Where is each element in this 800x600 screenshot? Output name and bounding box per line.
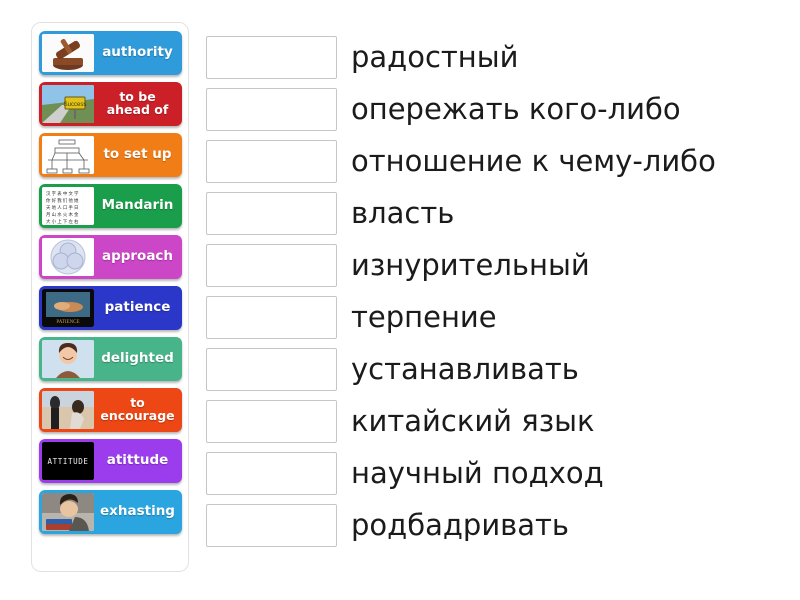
definition-text: родбадривать [351, 507, 570, 542]
match-row: научный подход [206, 447, 786, 499]
word-tile-label: to be ahead of [106, 89, 169, 117]
definition-text: изнурительный [351, 247, 590, 282]
drop-slot[interactable] [206, 503, 337, 547]
definition-text: отношение к чему-либо [351, 143, 716, 178]
word-tile-label: to encourage [100, 395, 175, 423]
diagram-sketch-icon [41, 136, 94, 174]
match-row: власть [206, 187, 786, 239]
attitude-black-poster-icon: ATTITUDE [41, 442, 94, 480]
word-tile[interactable]: 汉 字 表 中 文 学 你 好 我 们 他 她 天 地 人 口 手 日 月 山 … [38, 184, 182, 228]
definition-text: власть [351, 195, 455, 230]
word-tile[interactable]: ATTITUDE atittude [38, 439, 182, 483]
word-tile-label: delighted [101, 350, 174, 367]
word-tile[interactable]: to set up [38, 133, 182, 177]
definition-text: китайский язык [351, 403, 595, 438]
svg-text:天 地 人 口 手 日: 天 地 人 口 手 日 [46, 204, 78, 211]
definition-text: опережать кого-либо [351, 91, 681, 126]
patience-poster-icon: PATIENCE [41, 289, 94, 327]
word-tiles-panel: authority Success to be ahead of to set … [31, 22, 189, 572]
svg-text:大 小 上 下 左 右: 大 小 上 下 左 右 [46, 218, 79, 225]
word-tile-label: Mandarin [101, 197, 174, 214]
drop-slot[interactable] [206, 451, 337, 495]
svg-text:ATTITUDE: ATTITUDE [47, 457, 88, 466]
word-tile-label: atittude [106, 452, 169, 469]
match-row: терпение [206, 291, 786, 343]
definition-text: научный подход [351, 455, 604, 490]
venn-diagram-icon [41, 238, 94, 276]
definition-text: устанавливать [351, 351, 579, 386]
match-row: устанавливать [206, 343, 786, 395]
word-tile[interactable]: Success to be ahead of [38, 82, 182, 126]
match-row: отношение к чему-либо [206, 135, 786, 187]
word-tile[interactable]: exhasting [38, 490, 182, 534]
word-tile[interactable]: PATIENCE patience [38, 286, 182, 330]
match-row: опережать кого-либо [206, 83, 786, 135]
definition-text: терпение [351, 299, 497, 334]
match-row: изнурительный [206, 239, 786, 291]
drop-slot[interactable] [206, 347, 337, 391]
gavel-photo-icon [41, 34, 94, 72]
svg-text:月 山 水 火 木 金: 月 山 水 火 木 金 [46, 211, 79, 218]
word-tile-label: to set up [103, 146, 172, 163]
drop-slot[interactable] [206, 243, 337, 287]
match-row: китайский язык [206, 395, 786, 447]
word-tile[interactable]: delighted [38, 337, 182, 381]
chinese-characters-chart-icon: 汉 字 表 中 文 学 你 好 我 们 他 她 天 地 人 口 手 日 月 山 … [41, 187, 94, 225]
svg-text:汉 字 表 中 文 学: 汉 字 表 中 文 学 [46, 190, 79, 197]
drop-slot[interactable] [206, 295, 337, 339]
definition-rows: радостный опережать кого-либо отношение … [206, 31, 786, 551]
drop-slot[interactable] [206, 87, 337, 131]
word-tile[interactable]: authority [38, 31, 182, 75]
drop-slot[interactable] [206, 399, 337, 443]
svg-text:Success: Success [63, 102, 86, 108]
drop-slot[interactable] [206, 191, 337, 235]
road-sign-photo-icon: Success [41, 85, 94, 123]
svg-text:你 好 我 们 他 她: 你 好 我 们 他 她 [46, 197, 79, 204]
word-tile-label: exhasting [100, 503, 175, 520]
match-row: родбадривать [206, 499, 786, 551]
word-tile-label: patience [104, 299, 171, 316]
word-tile-label: approach [101, 248, 174, 265]
drop-slot[interactable] [206, 139, 337, 183]
two-people-photo-icon [41, 391, 94, 429]
definition-text: радостный [351, 39, 519, 74]
word-tile-label: authority [102, 44, 173, 61]
match-row: радостный [206, 31, 786, 83]
match-up-exercise-board: authority Success to be ahead of to set … [0, 0, 800, 600]
smiling-woman-photo-icon [41, 340, 94, 378]
word-tile[interactable]: to encourage [38, 388, 182, 432]
svg-text:PATIENCE: PATIENCE [56, 320, 79, 325]
word-tile[interactable]: approach [38, 235, 182, 279]
tired-man-photo-icon [41, 493, 94, 531]
drop-slot[interactable] [206, 35, 337, 79]
